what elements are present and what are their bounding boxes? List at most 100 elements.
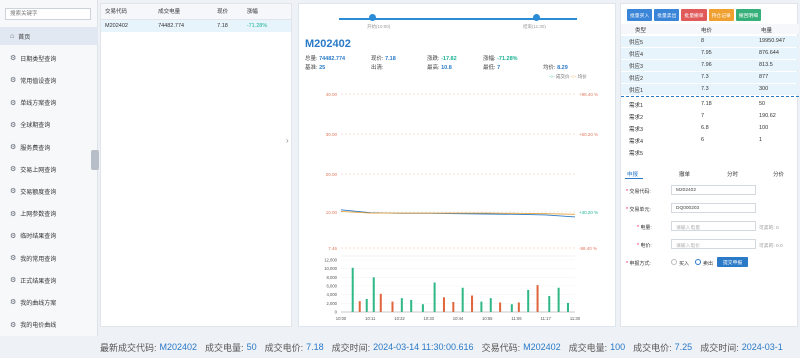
sidebar-item[interactable]: ⚙ 交易上网查询	[0, 160, 98, 178]
gear-icon: ⚙	[10, 121, 17, 129]
bid-row[interactable]: 需求1 7.18 50	[621, 99, 799, 110]
gear-icon: ⚙	[10, 166, 17, 174]
bid-row[interactable]: 需求2 7 190.62	[621, 111, 799, 122]
depth-price: 7.96	[701, 62, 712, 68]
range-end-handle[interactable]	[533, 14, 540, 21]
sidebar-item[interactable]: ⚙ 我的常用查询	[0, 249, 98, 267]
batch-action-button[interactable]: 批量买入	[627, 9, 653, 21]
sidebar-item-label: 首页	[18, 34, 31, 41]
ask-row[interactable]: 供应2 7.3 877	[621, 72, 799, 83]
sidebar-item[interactable]: ⚙ 日期类型查询	[0, 49, 98, 67]
sidebar-item-label: 正式结果查询	[20, 278, 57, 285]
qty-label: * 电量:	[637, 225, 652, 231]
code-select[interactable]: M202402	[671, 185, 756, 195]
sidebar-item[interactable]: ⚙ 全球期查询	[0, 116, 98, 134]
qty-hint: 可卖的: 0	[759, 226, 779, 231]
cell-volume: 74482.774	[154, 19, 214, 32]
volume-bar	[489, 298, 492, 312]
form-row-unit: * 交易单元: DQ000203	[621, 203, 799, 215]
ask-row[interactable]: 供应5 8 19950.947	[621, 36, 799, 47]
gear-icon: ⚙	[10, 188, 17, 196]
depth-col-qty: 电量	[761, 28, 773, 34]
pct-tick-label: +60.20 %	[579, 132, 598, 137]
form-row-qty: * 电量: 请输入电量 可卖的: 0	[621, 221, 799, 233]
pct-tick-label: +98.40 %	[579, 92, 598, 97]
legend-marker: -○-	[549, 74, 555, 79]
volume-bar	[351, 267, 354, 312]
batch-action-button[interactable]: 批量撤单	[681, 9, 707, 21]
trading-app: ⌂首页⚙日期类型查询⚙常用值设查询⚙单线方案查询⚙全球期查询⚙服务费查询⚙交易上…	[0, 0, 800, 358]
sidebar-item[interactable]: ⚙ 我的曲线方案	[0, 293, 98, 311]
ticker-value: 2024-03-14 11:30:00.616	[373, 342, 474, 352]
volume-bar	[365, 299, 368, 312]
submit-order-button[interactable]: 提交申报	[717, 257, 749, 267]
bid-row[interactable]: 需求4 6 1	[621, 135, 799, 146]
col-header: 涨幅	[242, 4, 291, 20]
ask-row[interactable]: 供应3 7.96 813.5	[621, 60, 799, 71]
stat-base: 基准: 25	[305, 65, 326, 71]
x-tick-label: 11:06	[511, 316, 522, 321]
sidebar: ⌂首页⚙日期类型查询⚙常用值设查询⚙单线方案查询⚙全球期查询⚙服务费查询⚙交易上…	[0, 0, 99, 336]
volume-tick-label: 2,000	[327, 301, 338, 306]
tab-timeshare[interactable]: 分时	[727, 170, 738, 178]
sidebar-item[interactable]: ⚙ 上网参数查询	[0, 205, 98, 223]
sidebar-item[interactable]: ⚙ 临时结果查询	[0, 227, 98, 245]
sidebar-collapse-handle[interactable]	[91, 150, 99, 170]
volume-bar	[410, 299, 413, 312]
price-tick-label: 20.00	[326, 172, 338, 177]
sidebar-item[interactable]: ⚙ 单线方案查询	[0, 94, 98, 112]
depth-col-type: 类型	[635, 28, 647, 34]
legend-price: 成交价	[555, 74, 570, 79]
table-row[interactable]: M202402 74482.774 7.18 -71.28%	[101, 19, 291, 32]
volume-bar	[461, 287, 464, 312]
gear-icon: ⚙	[10, 77, 17, 85]
range-start-handle[interactable]	[369, 14, 376, 21]
home-icon: ⌂	[10, 32, 15, 40]
volume-tick-label: 4,000	[327, 292, 338, 297]
sidebar-search-input[interactable]	[5, 8, 91, 20]
ask-row[interactable]: 供应1 7.3 300	[621, 84, 799, 95]
price-tick-label: 10.00	[326, 210, 338, 215]
sidebar-item[interactable]: ⚙ 正式结果查询	[0, 271, 98, 289]
radio-sell[interactable]	[695, 259, 701, 265]
depth-type: 供应1	[629, 88, 644, 94]
sidebar-item[interactable]: ⚙ 服务费查询	[0, 138, 98, 156]
unit-select[interactable]: DQ000203	[671, 203, 756, 213]
ask-row[interactable]: 供应4 7.95 876.644	[621, 48, 799, 59]
col-header: 交易代码	[101, 4, 155, 20]
x-tick-label: 10:00	[336, 316, 347, 321]
volume-bar	[510, 304, 513, 312]
x-tick-label: 11:17	[541, 316, 552, 321]
stat-avg: 均价: 8.29	[543, 65, 568, 71]
stat-high: 最高: 10.8	[427, 65, 452, 71]
tab-declare[interactable]: 申报	[627, 170, 638, 178]
sidebar-item[interactable]: ⚙ 我的电价曲线	[0, 316, 98, 334]
tab-price-dist[interactable]: 分价	[773, 170, 784, 178]
qty-input[interactable]: 请输入电量	[671, 221, 756, 231]
ticker-value: 100	[610, 342, 626, 352]
volume-tick-label: 0	[335, 310, 338, 315]
ticker-label: 成交电价:	[633, 342, 672, 353]
batch-action-button[interactable]: 批量卖出	[654, 9, 680, 21]
x-tick-label: 10:22	[394, 316, 405, 321]
chevron-right-icon[interactable]: ›	[286, 136, 289, 145]
radio-buy[interactable]	[671, 259, 677, 265]
sidebar-item[interactable]: ⌂ 首页	[0, 27, 98, 45]
bid-row[interactable]: 需求5	[621, 147, 799, 158]
sidebar-item[interactable]: ⚙ 常用值设查询	[0, 71, 98, 89]
batch-action-button[interactable]: 撤回明细	[735, 9, 762, 21]
ticker-value: 7.18	[306, 342, 324, 352]
depth-type: 需求1	[629, 103, 644, 109]
price-input[interactable]: 请输入电价	[671, 239, 756, 249]
depth-type: 供应5	[629, 40, 644, 46]
sidebar-item[interactable]: ⚙ 交易额度查询	[0, 182, 98, 200]
volume-bar	[358, 301, 361, 312]
radio-buy-label: 买入	[679, 261, 690, 267]
bid-row[interactable]: 需求3 6.8 100	[621, 123, 799, 134]
depth-qty: 19950.947	[759, 38, 785, 44]
volume-bar	[548, 295, 551, 312]
cell-code: M202402	[101, 19, 155, 32]
sidebar-item-label: 单线方案查询	[20, 101, 57, 108]
tab-cancel[interactable]: 撤单	[679, 170, 690, 178]
batch-action-button[interactable]: 持仓记录	[708, 9, 734, 21]
